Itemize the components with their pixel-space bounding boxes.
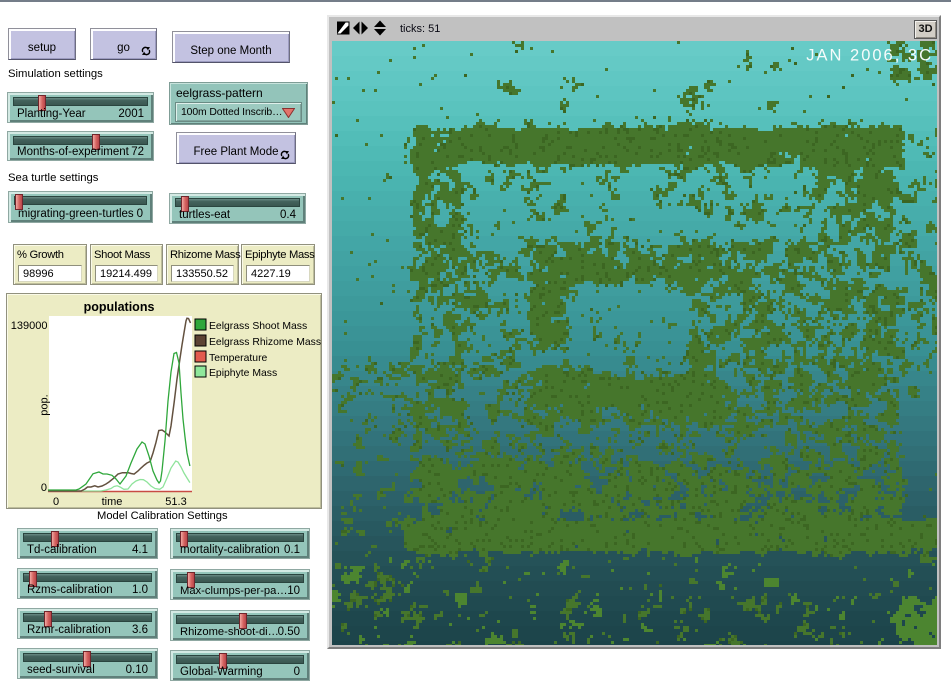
svg-text:Temperature: Temperature — [209, 353, 268, 364]
svg-text:pop.: pop. — [39, 394, 51, 415]
svg-text:Eelgrass Rhizome Mass: Eelgrass Rhizome Mass — [209, 337, 321, 348]
svg-text:populations: populations — [84, 300, 155, 314]
svg-text:139000: 139000 — [11, 320, 48, 332]
svg-text:time: time — [102, 496, 123, 508]
svg-text:0: 0 — [41, 482, 47, 494]
svg-text:Eelgrass Shoot Mass: Eelgrass Shoot Mass — [209, 321, 307, 332]
svg-text:Epiphyte Mass: Epiphyte Mass — [209, 368, 277, 379]
svg-text:51.3: 51.3 — [165, 496, 186, 508]
svg-text:0: 0 — [53, 496, 59, 508]
svg-text:JAN 2006, 3C: JAN 2006, 3C — [806, 47, 933, 65]
